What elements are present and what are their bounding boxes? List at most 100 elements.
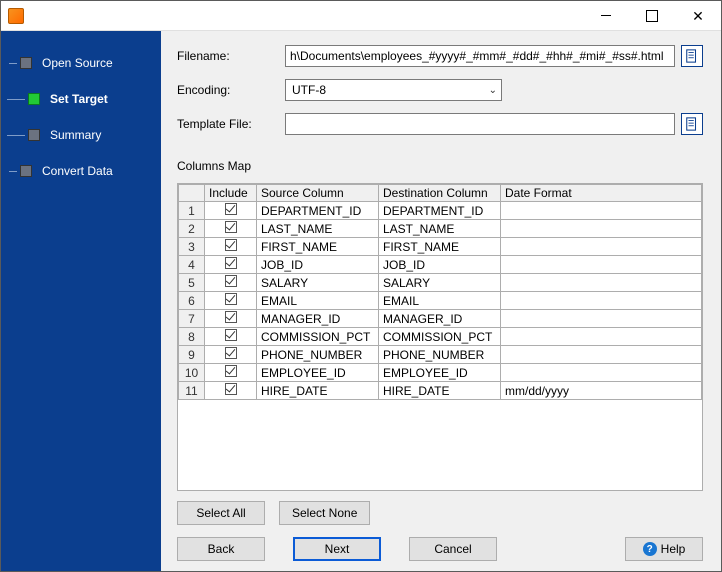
select-all-button[interactable]: Select All <box>177 501 265 525</box>
table-row[interactable]: 11HIRE_DATEHIRE_DATEmm/dd/yyyy <box>179 382 702 400</box>
include-checkbox[interactable] <box>205 328 257 346</box>
step-summary[interactable]: Summary <box>1 121 161 149</box>
table-row[interactable]: 8 COMMISSION_PCTCOMMISSION_PCT <box>179 328 702 346</box>
format-cell[interactable] <box>501 202 702 220</box>
row-number: 6 <box>179 292 205 310</box>
encoding-select[interactable]: UTF-8 ⌄ <box>285 79 502 101</box>
include-checkbox[interactable] <box>205 220 257 238</box>
columns-map-title: Columns Map <box>177 159 703 173</box>
format-cell[interactable] <box>501 310 702 328</box>
include-checkbox[interactable] <box>205 274 257 292</box>
source-cell[interactable]: COMMISSION_PCT <box>257 328 379 346</box>
source-cell[interactable]: JOB_ID <box>257 256 379 274</box>
row-number: 11 <box>179 382 205 400</box>
step-set-target[interactable]: Set Target <box>1 85 161 113</box>
include-checkbox[interactable] <box>205 346 257 364</box>
format-cell[interactable] <box>501 274 702 292</box>
dest-cell[interactable]: SALARY <box>379 274 501 292</box>
dest-cell[interactable]: LAST_NAME <box>379 220 501 238</box>
checkbox-icon <box>225 347 237 359</box>
checkbox-icon <box>225 311 237 323</box>
dest-cell[interactable]: HIRE_DATE <box>379 382 501 400</box>
format-cell[interactable] <box>501 346 702 364</box>
source-cell[interactable]: EMAIL <box>257 292 379 310</box>
dest-cell[interactable]: MANAGER_ID <box>379 310 501 328</box>
format-cell[interactable] <box>501 292 702 310</box>
checkbox-icon <box>225 239 237 251</box>
chevron-down-icon: ⌄ <box>489 85 497 96</box>
include-checkbox[interactable] <box>205 382 257 400</box>
help-button[interactable]: ? Help <box>625 537 703 561</box>
filename-input[interactable] <box>285 45 675 67</box>
checkbox-icon <box>225 383 237 395</box>
minimize-button[interactable] <box>583 1 629 31</box>
encoding-value: UTF-8 <box>292 83 326 97</box>
include-checkbox[interactable] <box>205 292 257 310</box>
wizard-sidebar: Open Source Set Target Summary Convert D… <box>1 31 161 571</box>
table-row[interactable]: 3FIRST_NAMEFIRST_NAME <box>179 238 702 256</box>
table-row[interactable]: 10 EMPLOYEE_IDEMPLOYEE_ID <box>179 364 702 382</box>
format-cell[interactable] <box>501 364 702 382</box>
source-cell[interactable]: MANAGER_ID <box>257 310 379 328</box>
row-number: 2 <box>179 220 205 238</box>
step-convert-data[interactable]: Convert Data <box>1 157 161 185</box>
include-checkbox[interactable] <box>205 202 257 220</box>
close-icon: ✕ <box>692 9 704 23</box>
table-row[interactable]: 7MANAGER_IDMANAGER_ID <box>179 310 702 328</box>
document-icon <box>685 117 699 131</box>
col-header-format[interactable]: Date Format <box>501 185 702 202</box>
format-cell[interactable] <box>501 328 702 346</box>
table-row[interactable]: 5SALARYSALARY <box>179 274 702 292</box>
step-label: Convert Data <box>42 164 113 178</box>
table-row[interactable]: 1DEPARTMENT_IDDEPARTMENT_ID <box>179 202 702 220</box>
dest-cell[interactable]: COMMISSION_PCT <box>379 328 501 346</box>
dest-cell[interactable]: PHONE_NUMBER <box>379 346 501 364</box>
format-cell[interactable] <box>501 238 702 256</box>
dest-cell[interactable]: DEPARTMENT_ID <box>379 202 501 220</box>
cancel-button[interactable]: Cancel <box>409 537 497 561</box>
dest-cell[interactable]: JOB_ID <box>379 256 501 274</box>
next-button[interactable]: Next <box>293 537 381 561</box>
source-cell[interactable]: PHONE_NUMBER <box>257 346 379 364</box>
browse-template-button[interactable] <box>681 113 703 135</box>
maximize-button[interactable] <box>629 1 675 31</box>
back-button[interactable]: Back <box>177 537 265 561</box>
titlebar: ✕ <box>1 1 721 31</box>
include-checkbox[interactable] <box>205 238 257 256</box>
help-icon: ? <box>643 542 657 556</box>
select-none-button[interactable]: Select None <box>279 501 370 525</box>
source-cell[interactable]: SALARY <box>257 274 379 292</box>
table-row[interactable]: 2 LAST_NAMELAST_NAME <box>179 220 702 238</box>
include-checkbox[interactable] <box>205 310 257 328</box>
format-cell[interactable] <box>501 220 702 238</box>
table-row[interactable]: 6 EMAILEMAIL <box>179 292 702 310</box>
col-header-source[interactable]: Source Column <box>257 185 379 202</box>
table-row[interactable]: 4JOB_IDJOB_ID <box>179 256 702 274</box>
dest-cell[interactable]: EMPLOYEE_ID <box>379 364 501 382</box>
table-row[interactable]: 9PHONE_NUMBERPHONE_NUMBER <box>179 346 702 364</box>
row-number: 10 <box>179 364 205 382</box>
template-label: Template File: <box>177 117 285 131</box>
format-cell[interactable]: mm/dd/yyyy <box>501 382 702 400</box>
format-cell[interactable] <box>501 256 702 274</box>
checkbox-icon <box>225 329 237 341</box>
step-label: Summary <box>50 128 101 142</box>
browse-filename-button[interactable] <box>681 45 703 67</box>
source-cell[interactable]: HIRE_DATE <box>257 382 379 400</box>
dest-cell[interactable]: FIRST_NAME <box>379 238 501 256</box>
row-number: 8 <box>179 328 205 346</box>
col-header-include[interactable]: Include <box>205 185 257 202</box>
source-cell[interactable]: DEPARTMENT_ID <box>257 202 379 220</box>
source-cell[interactable]: EMPLOYEE_ID <box>257 364 379 382</box>
dest-cell[interactable]: EMAIL <box>379 292 501 310</box>
encoding-label: Encoding: <box>177 83 285 97</box>
col-header-dest[interactable]: Destination Column <box>379 185 501 202</box>
source-cell[interactable]: LAST_NAME <box>257 220 379 238</box>
include-checkbox[interactable] <box>205 364 257 382</box>
step-label: Open Source <box>42 56 113 70</box>
template-input[interactable] <box>285 113 675 135</box>
source-cell[interactable]: FIRST_NAME <box>257 238 379 256</box>
step-open-source[interactable]: Open Source <box>1 49 161 77</box>
close-button[interactable]: ✕ <box>675 1 721 31</box>
include-checkbox[interactable] <box>205 256 257 274</box>
